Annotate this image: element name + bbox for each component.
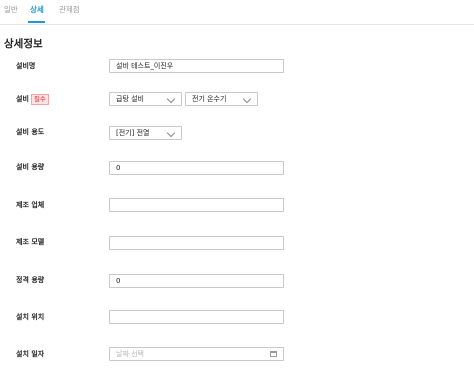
- chevron-down-icon: [242, 94, 252, 104]
- equipment-label: 설비 필수: [16, 94, 49, 105]
- equipment-usage-label: 설비 용도: [16, 128, 45, 136]
- equipment-usage-select[interactable]: [전기] 전열: [109, 126, 182, 140]
- tab-monitoring-points[interactable]: 관제점: [59, 4, 80, 15]
- install-date-picker[interactable]: 날짜 선택: [109, 347, 284, 361]
- equipment-label-text: 설비: [16, 95, 29, 103]
- tab-bar: 일반 상세 관제점: [0, 0, 474, 25]
- active-tab-indicator: [28, 21, 45, 23]
- rated-capacity-value: 0: [116, 277, 121, 285]
- equipment-capacity-input[interactable]: 0: [109, 161, 284, 175]
- tab-general[interactable]: 일반: [4, 4, 18, 15]
- manufacturer-label: 제조 업체: [16, 201, 45, 209]
- equipment-name-value: 설비 테스트_이진우: [116, 62, 174, 70]
- equipment-category-value: 급탕 설비: [116, 95, 144, 103]
- section-title: 상세정보: [4, 38, 43, 50]
- install-location-label: 설치 위치: [16, 313, 45, 321]
- tab-detail[interactable]: 상세: [30, 4, 44, 15]
- install-date-label: 설치 일자: [16, 350, 45, 358]
- equipment-usage-value: [전기] 전열: [116, 129, 150, 137]
- model-label: 제조 모델: [16, 238, 45, 246]
- equipment-name-label: 설비명: [16, 62, 36, 70]
- rated-capacity-input[interactable]: 0: [109, 274, 284, 288]
- required-badge: 필수: [30, 94, 49, 105]
- equipment-type-select[interactable]: 전기 온수기: [185, 92, 258, 106]
- chevron-down-icon: [166, 128, 176, 138]
- install-location-input[interactable]: [109, 310, 284, 324]
- manufacturer-input[interactable]: [109, 198, 284, 212]
- install-date-placeholder: 날짜 선택: [116, 350, 144, 358]
- chevron-down-icon: [166, 94, 176, 104]
- equipment-name-input[interactable]: 설비 테스트_이진우: [109, 59, 284, 73]
- calendar-icon[interactable]: [270, 351, 277, 357]
- equipment-capacity-value: 0: [116, 164, 121, 172]
- rated-capacity-label: 정격 용량: [16, 276, 45, 284]
- model-input[interactable]: [109, 236, 284, 250]
- equipment-category-select[interactable]: 급탕 설비: [109, 92, 182, 106]
- equipment-type-value: 전기 온수기: [192, 95, 227, 103]
- equipment-capacity-label: 설비 용량: [16, 163, 45, 171]
